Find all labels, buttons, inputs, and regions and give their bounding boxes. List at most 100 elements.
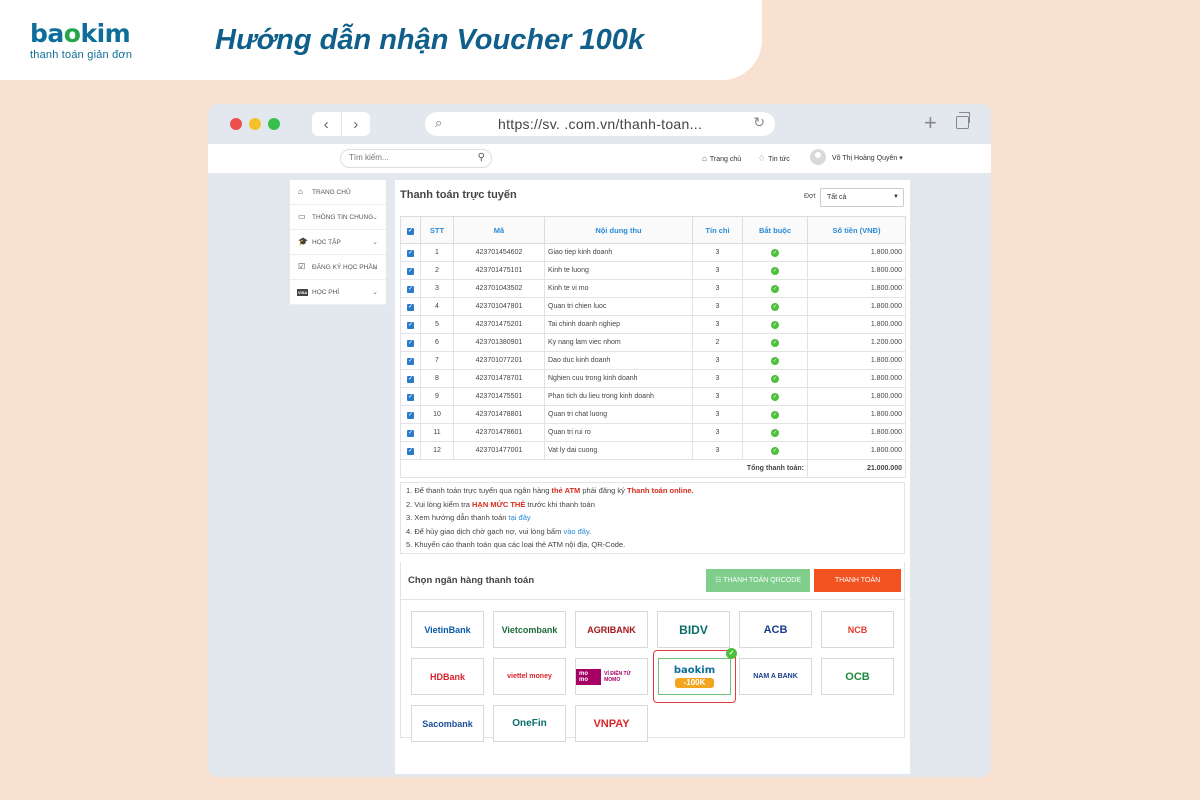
nav-buttons: ‹ ›: [312, 112, 370, 136]
cancel-transaction-link[interactable]: vào đây: [563, 527, 589, 536]
required-check-icon: ✓: [771, 302, 779, 311]
sidebar-item-study[interactable]: 🎓 HỌC TẬP ⌄: [290, 230, 386, 255]
baokim-logo: baokim thanh toán giản đơn: [30, 19, 133, 62]
table-row: ✓ 9 423701475501 Phan tich du lieu trong ki…: [400, 387, 906, 406]
maximize-window-icon[interactable]: [268, 118, 280, 130]
row-checkbox[interactable]: ✓: [400, 279, 421, 298]
logo-wordmark: baokim: [30, 19, 131, 48]
row-checkbox[interactable]: ✓: [400, 333, 421, 352]
baokim-voucher-logo: baokim -100K: [658, 658, 731, 695]
sidebar-item-general-info[interactable]: ▭ THÔNG TIN CHUNG ⌄: [290, 205, 386, 230]
bell-icon: ♢: [758, 154, 766, 163]
minimize-window-icon[interactable]: [249, 118, 261, 130]
back-arrow-icon[interactable]: ‹: [312, 112, 341, 136]
logo-tagline: thanh toán giản đơn: [30, 49, 133, 61]
bank-selection: Chọn ngân hàng thanh toán ☷ THANH TOÁN Q…: [400, 562, 906, 742]
pay-qrcode-button[interactable]: ☷ THANH TOÁN QRCODE: [706, 569, 810, 592]
bank-acb[interactable]: ACB: [739, 611, 812, 648]
required-check-icon: ✓: [771, 284, 779, 293]
row-checkbox[interactable]: ✓: [400, 441, 421, 460]
column-header-amount: Số tiền (VNĐ): [807, 216, 906, 244]
bank-vietcombank[interactable]: Vietcombank: [493, 611, 566, 648]
bank-onefin[interactable]: OneFin: [493, 705, 566, 742]
new-tab-icon[interactable]: +: [924, 110, 937, 136]
note-4: 4. Để hủy giao dịch chờ gạch nợ, vui lòn…: [406, 526, 592, 536]
table-row: ✓ 10 423701478801 Quan tri chat luong 3 ✓ 1.80…: [400, 405, 906, 424]
table-row: ✓ 2 423701475101 Kinh te luong 3 ✓ 1.800.000: [400, 261, 906, 280]
required-check-icon: ✓: [771, 374, 779, 383]
bank-bidv[interactable]: BIDV: [657, 611, 730, 648]
bank-agribank[interactable]: AGRIBANK: [575, 611, 648, 648]
note-3: 3. Xem hướng dẫn thanh toán tại đây: [406, 513, 531, 522]
period-select[interactable]: Tất cả ▼: [820, 188, 904, 207]
note-5: 5. Khuyến cáo thanh toán qua các loại th…: [406, 540, 626, 549]
sidebar-item-home[interactable]: ⌂ TRANG CHỦ: [290, 180, 386, 205]
bank-baokim-selected[interactable]: baokim -100K ✓: [653, 648, 737, 703]
fees-table: ✓ STT Mã Nội dung thu Tín chỉ Bắt buộc S…: [400, 216, 906, 478]
address-bar[interactable]: ⌕ https://sv. .com.vn/thanh-toan... ↻: [425, 112, 775, 136]
row-checkbox[interactable]: ✓: [400, 405, 421, 424]
bank-sacombank[interactable]: Sacombank: [411, 705, 484, 742]
reload-icon[interactable]: ↻: [753, 114, 765, 131]
tabs-overview-icon[interactable]: [956, 112, 970, 129]
bank-ncb[interactable]: NCB: [821, 611, 894, 648]
required-check-icon: ✓: [771, 356, 779, 365]
required-check-icon: ✓: [771, 266, 779, 275]
chevron-down-icon: ▼: [893, 194, 899, 200]
close-window-icon[interactable]: [230, 118, 242, 130]
row-checkbox[interactable]: ✓: [400, 351, 421, 370]
total-label: Tổng thanh toán:: [400, 459, 808, 478]
banner-title: Hướng dẫn nhận Voucher 100k: [215, 24, 645, 56]
page-title: Thanh toán trực tuyến: [400, 189, 517, 201]
checkbox-icon: ☑: [298, 262, 306, 271]
sidebar-item-tuition[interactable]: VISA HỌC PHÍ ⌄: [290, 280, 386, 305]
browser-window: ‹ › ⌕ https://sv. .com.vn/thanh-toan... …: [208, 104, 991, 777]
row-checkbox[interactable]: ✓: [400, 297, 421, 316]
row-checkbox[interactable]: ✓: [400, 369, 421, 388]
table-row: ✓ 1 423701454602 Giao tiep kinh doanh 3 ✓ 1.80…: [400, 243, 906, 262]
required-check-icon: ✓: [771, 428, 779, 437]
bank-momo[interactable]: mo mo VÍ ĐIỆN TỬ MOMO: [575, 658, 648, 695]
required-check-icon: ✓: [771, 392, 779, 401]
row-checkbox[interactable]: ✓: [400, 261, 421, 280]
guide-link[interactable]: tại đây: [509, 513, 531, 522]
graduation-cap-icon: 🎓: [298, 237, 308, 246]
row-checkbox[interactable]: ✓: [400, 423, 421, 442]
forward-arrow-icon[interactable]: ›: [340, 112, 371, 136]
sidebar-item-course-registration[interactable]: ☑ ĐĂNG KÝ HỌC PHẦN ⌄: [290, 255, 386, 280]
payment-panel: Thanh toán trực tuyến Đợt Tất cả ▼ ✓ STT…: [395, 180, 910, 774]
bank-viettel-money[interactable]: viettel money: [493, 658, 566, 695]
bank-vietinbank[interactable]: VietinBank: [411, 611, 484, 648]
monitor-icon: ▭: [298, 212, 306, 221]
home-link[interactable]: ⌂ Trang chủ: [702, 154, 741, 163]
note-2: 2. Vui lòng kiểm tra HẠN MỨC THẺ trước k…: [406, 499, 595, 509]
required-check-icon: ✓: [771, 248, 779, 257]
bank-nam-a-bank[interactable]: NAM A BANK: [739, 658, 812, 695]
column-header-required: Bắt buộc: [742, 216, 808, 244]
avatar[interactable]: [810, 149, 826, 165]
note-1: 1. Để thanh toán trực tuyến qua ngân hàn…: [406, 486, 694, 495]
required-check-icon: ✓: [771, 446, 779, 455]
bank-section-title: Chọn ngân hàng thanh toán: [408, 575, 535, 586]
column-header-credits: Tín chỉ: [692, 216, 743, 244]
header-banner: baokim thanh toán giản đơn Hướng dẫn nhậ…: [0, 0, 762, 80]
row-checkbox[interactable]: ✓: [400, 387, 421, 406]
row-checkbox[interactable]: ✓: [400, 315, 421, 334]
total-row: Tổng thanh toán: 21.000.000: [400, 459, 906, 478]
news-link[interactable]: ♢ Tin tức: [758, 154, 790, 163]
search-icon[interactable]: ⚲: [478, 152, 485, 163]
required-check-icon: ✓: [771, 338, 779, 347]
bank-vnpay[interactable]: VNPAY: [575, 705, 648, 742]
column-header-content: Nội dung thu: [544, 216, 693, 244]
table-row: ✓ 7 423701077201 Dao duc kinh doanh 3 ✓ 1.800.…: [400, 351, 906, 370]
row-checkbox[interactable]: ✓: [400, 243, 421, 262]
pay-button[interactable]: THANH TOÁN: [814, 569, 901, 592]
search-icon: ⌕: [435, 115, 443, 130]
bank-hdbank[interactable]: HDBank: [411, 658, 484, 695]
momo-label: VÍ ĐIỆN TỬ MOMO: [604, 670, 631, 683]
bank-ocb[interactable]: OCB: [821, 658, 894, 695]
select-all-checkbox[interactable]: ✓: [400, 216, 421, 244]
user-menu[interactable]: Võ Thị Hoàng Quyên ▾: [832, 154, 903, 162]
url-text: https://sv. .com.vn/thanh-toan...: [498, 116, 703, 132]
site-search-input[interactable]: [349, 153, 469, 162]
